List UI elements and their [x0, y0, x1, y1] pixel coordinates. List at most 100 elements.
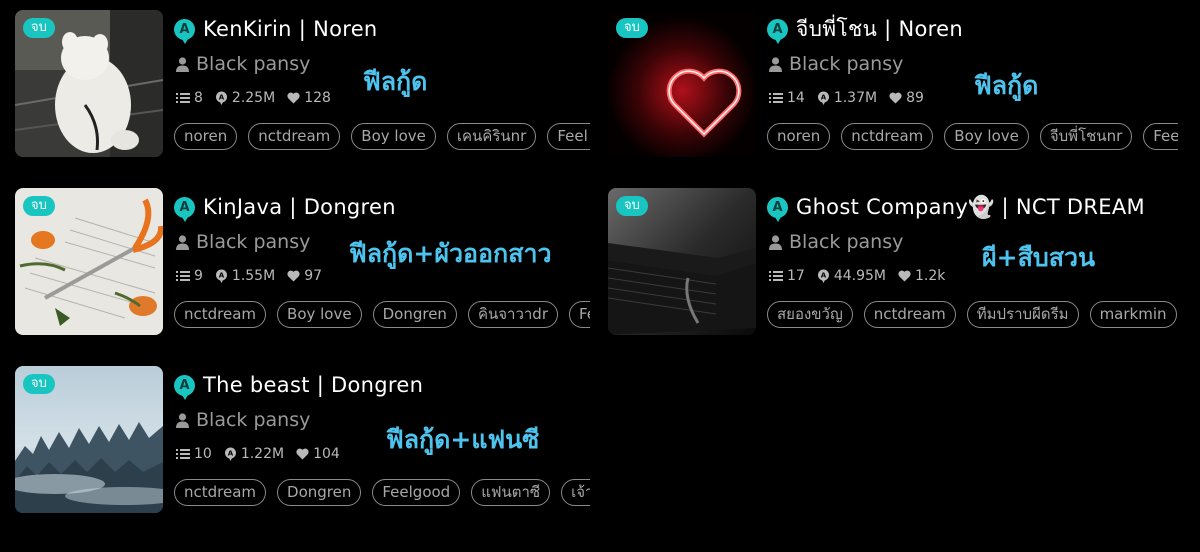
- tag[interactable]: noren: [767, 123, 831, 150]
- author-row[interactable]: Black pansy: [176, 51, 310, 77]
- chapters-stat: 9: [176, 268, 203, 284]
- stats-row: 17 A 44.95M 1.2k: [769, 266, 957, 286]
- author-row[interactable]: Black pansy: [176, 229, 310, 255]
- title-row[interactable]: A The beast | Dongren: [174, 370, 423, 400]
- svg-text:A: A: [219, 94, 225, 102]
- cover-image[interactable]: จบ: [15, 188, 163, 335]
- story-card[interactable]: จบ A KenKirin | Noren Black pansy 8 A 2.…: [15, 10, 590, 160]
- story-title[interactable]: KinJava | Dongren: [203, 195, 396, 219]
- tag[interactable]: nctdream: [174, 301, 267, 328]
- likes-count: 1.2k: [915, 268, 946, 284]
- heart-icon: [889, 92, 902, 104]
- list-icon: [176, 93, 190, 103]
- heart-icon: [898, 270, 911, 282]
- person-icon: [769, 56, 782, 72]
- tag[interactable]: Dongren: [372, 301, 457, 328]
- title-row[interactable]: A Ghost Company👻 | NCT DREAM: [767, 192, 1145, 222]
- views-count: 1.22M: [240, 446, 285, 462]
- tag[interactable]: แฟนตาซี: [471, 479, 551, 506]
- tag[interactable]: Boy love: [277, 301, 362, 328]
- person-icon: [769, 234, 782, 250]
- genre-note: ฟีลกู้ด: [363, 67, 428, 96]
- stats-row: 14 A 1.37M 89: [769, 88, 936, 108]
- chapters-count: 9: [194, 268, 203, 284]
- story-info: A จีบพี่โชน | Noren Black pansy 14 A 1.3…: [767, 10, 1178, 160]
- story-title[interactable]: KenKirin | Noren: [203, 17, 378, 41]
- tag[interactable]: Feelgood: [372, 479, 461, 506]
- tag-list: noren nctdream Boy love จีบพี่โชนnr Feel…: [767, 123, 1178, 151]
- likes-count: 104: [313, 446, 340, 462]
- status-badge: จบ: [23, 374, 55, 394]
- list-icon: [176, 271, 190, 281]
- author-row[interactable]: Black pansy: [769, 229, 903, 255]
- story-title[interactable]: Ghost Company👻 | NCT DREAM: [796, 195, 1145, 220]
- cover-image[interactable]: จบ: [608, 188, 756, 335]
- tag[interactable]: คินจาวาdr: [467, 301, 558, 328]
- title-row[interactable]: A จีบพี่โชน | Noren: [767, 14, 963, 44]
- status-badge: จบ: [616, 196, 648, 216]
- tag[interactable]: จีบพี่โชนnr: [1039, 123, 1133, 150]
- heart-icon: [296, 448, 309, 460]
- author-name: Black pansy: [196, 231, 311, 253]
- genre-note: ฟีลกู้ด: [974, 71, 1039, 100]
- likes-stat: 104: [296, 446, 340, 462]
- tag[interactable]: markmin: [1089, 301, 1177, 328]
- likes-stat: 1.2k: [898, 268, 945, 284]
- views-stat: A 2.25M: [215, 90, 275, 106]
- views-stat: A 1.37M: [817, 90, 877, 106]
- person-icon: [176, 412, 189, 428]
- tag[interactable]: Dongren: [277, 479, 362, 506]
- views-stat: A 1.55M: [215, 268, 275, 284]
- author-row[interactable]: Black pansy: [176, 407, 310, 433]
- heart-icon: [287, 270, 300, 282]
- svg-text:A: A: [219, 272, 225, 280]
- tag[interactable]: nctdream: [841, 123, 934, 150]
- cover-image[interactable]: จบ: [15, 366, 163, 513]
- list-icon: [769, 271, 783, 281]
- svg-text:A: A: [228, 450, 234, 458]
- story-title[interactable]: The beast | Dongren: [203, 373, 423, 397]
- tag[interactable]: noren: [174, 123, 238, 150]
- tag[interactable]: สยองขวัญ: [767, 301, 853, 328]
- tag[interactable]: nctdream: [174, 479, 267, 506]
- tag[interactable]: Boy love: [944, 123, 1029, 150]
- tag[interactable]: เจ้าชาย: [561, 479, 590, 506]
- tag[interactable]: nctdream: [248, 123, 341, 150]
- views-count: 1.37M: [833, 90, 878, 106]
- views-count: 1.55M: [231, 268, 276, 284]
- views-icon: A: [224, 447, 236, 461]
- person-icon: [176, 56, 189, 72]
- tag[interactable]: Boy love: [351, 123, 436, 150]
- tag[interactable]: nctdream: [863, 301, 956, 328]
- tag[interactable]: เคนคิรินnr: [446, 123, 537, 150]
- likes-count: 97: [304, 268, 323, 284]
- tag-list: noren nctdream Boy love เคนคิรินnr Feel …: [174, 123, 590, 151]
- chapters-stat: 10: [176, 446, 212, 462]
- author-name: Black pansy: [196, 53, 311, 75]
- story-info: A Ghost Company👻 | NCT DREAM Black pansy…: [767, 188, 1178, 338]
- app-logo-icon: A: [174, 196, 195, 222]
- genre-note: ฟีลกู้ด+ผัวออกสาว: [349, 239, 552, 268]
- tag[interactable]: Feel go: [1143, 123, 1178, 150]
- tag[interactable]: Feel: [569, 301, 590, 328]
- app-logo-icon: A: [767, 196, 788, 222]
- title-row[interactable]: A KinJava | Dongren: [174, 192, 396, 222]
- likes-stat: 128: [287, 90, 331, 106]
- story-title[interactable]: จีบพี่โชน | Noren: [796, 13, 963, 46]
- stats-row: 8 A 2.25M 128: [176, 88, 343, 108]
- tag[interactable]: Feel go: [547, 123, 590, 150]
- tag[interactable]: ทีมปราบผีดรีม: [966, 301, 1079, 328]
- chapters-stat: 17: [769, 268, 805, 284]
- story-card[interactable]: จบ A จีบพี่โชน | Noren Black pansy 14 A …: [608, 10, 1178, 160]
- heart-icon: [287, 92, 300, 104]
- author-row[interactable]: Black pansy: [769, 51, 903, 77]
- cover-image[interactable]: จบ: [15, 10, 163, 157]
- list-icon: [176, 449, 190, 459]
- chapters-count: 17: [787, 268, 805, 284]
- views-icon: A: [817, 91, 829, 105]
- chapters-stat: 14: [769, 90, 805, 106]
- cover-image[interactable]: จบ: [608, 10, 756, 157]
- title-row[interactable]: A KenKirin | Noren: [174, 14, 378, 44]
- svg-text:A: A: [821, 94, 827, 102]
- chapters-count: 8: [194, 90, 203, 106]
